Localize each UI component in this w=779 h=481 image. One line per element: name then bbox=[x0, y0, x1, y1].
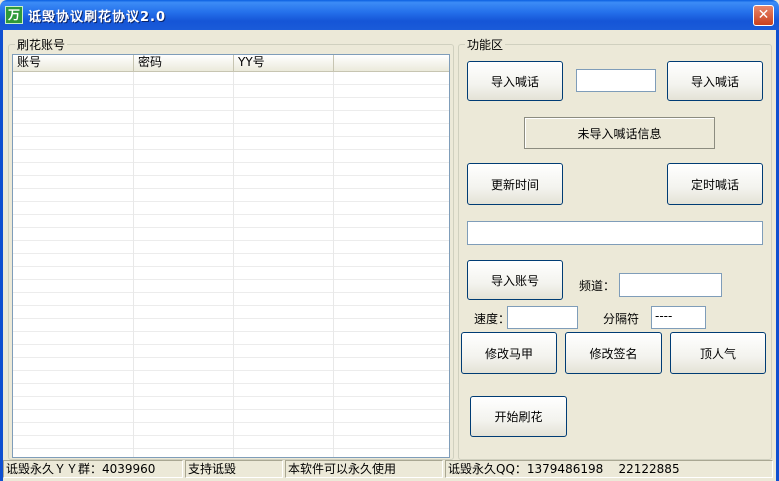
window-frame-left bbox=[0, 30, 3, 481]
status-support: 支持诋毁 bbox=[185, 460, 283, 478]
close-icon: ✕ bbox=[757, 7, 770, 23]
import-shout-button-2[interactable]: 导入喊话 bbox=[667, 61, 763, 101]
import-shout-button-1[interactable]: 导入喊话 bbox=[467, 61, 563, 101]
update-time-button[interactable]: 更新时间 bbox=[467, 163, 563, 205]
channel-input[interactable] bbox=[619, 273, 722, 297]
column-yy-number[interactable]: YY号 bbox=[234, 55, 334, 71]
message-input[interactable] bbox=[467, 221, 763, 245]
modify-signature-button[interactable]: 修改签名 bbox=[565, 332, 662, 374]
import-account-button[interactable]: 导入账号 bbox=[467, 260, 563, 300]
close-button[interactable]: ✕ bbox=[753, 5, 774, 26]
accounts-list[interactable]: 账号 密码 YY号 bbox=[12, 54, 450, 458]
status-contact: 诋毁永久QQ：1379486198 22122885 bbox=[445, 460, 773, 478]
accounts-list-body[interactable] bbox=[13, 72, 449, 457]
start-button[interactable]: 开始刷花 bbox=[470, 396, 567, 437]
shout-input[interactable] bbox=[576, 69, 656, 92]
functions-group-legend: 功能区 bbox=[467, 38, 504, 52]
app-icon: 万 bbox=[5, 6, 23, 24]
column-password[interactable]: 密码 bbox=[134, 55, 234, 71]
boost-popularity-button[interactable]: 顶人气 bbox=[670, 332, 766, 374]
title-bar[interactable]: 万 诋毁协议刷花协议2.0 ✕ bbox=[0, 0, 779, 30]
column-extra[interactable] bbox=[334, 55, 449, 71]
column-account[interactable]: 账号 bbox=[13, 55, 134, 71]
modify-vest-button[interactable]: 修改马甲 bbox=[461, 332, 557, 374]
speed-label: 速度： bbox=[474, 312, 511, 326]
scheduled-shout-button[interactable]: 定时喊话 bbox=[667, 163, 763, 205]
separator-label: 分隔符 bbox=[603, 312, 640, 326]
separator-input[interactable]: ---- bbox=[651, 306, 706, 329]
speed-input[interactable] bbox=[507, 306, 578, 329]
accounts-group-legend: 刷花账号 bbox=[17, 38, 66, 52]
status-bar: 诋毁永久ＹＹ群：4039960 支持诋毁 本软件可以永久使用 诋毁永久QQ：13… bbox=[3, 458, 776, 481]
window-title: 诋毁协议刷花协议2.0 bbox=[28, 10, 167, 25]
channel-label: 频道： bbox=[579, 279, 616, 293]
accounts-list-header: 账号 密码 YY号 bbox=[13, 55, 449, 72]
status-license: 本软件可以永久使用 bbox=[285, 460, 443, 478]
status-qq-group: 诋毁永久ＹＹ群：4039960 bbox=[3, 460, 183, 478]
shout-status-info: 未导入喊话信息 bbox=[524, 117, 715, 149]
